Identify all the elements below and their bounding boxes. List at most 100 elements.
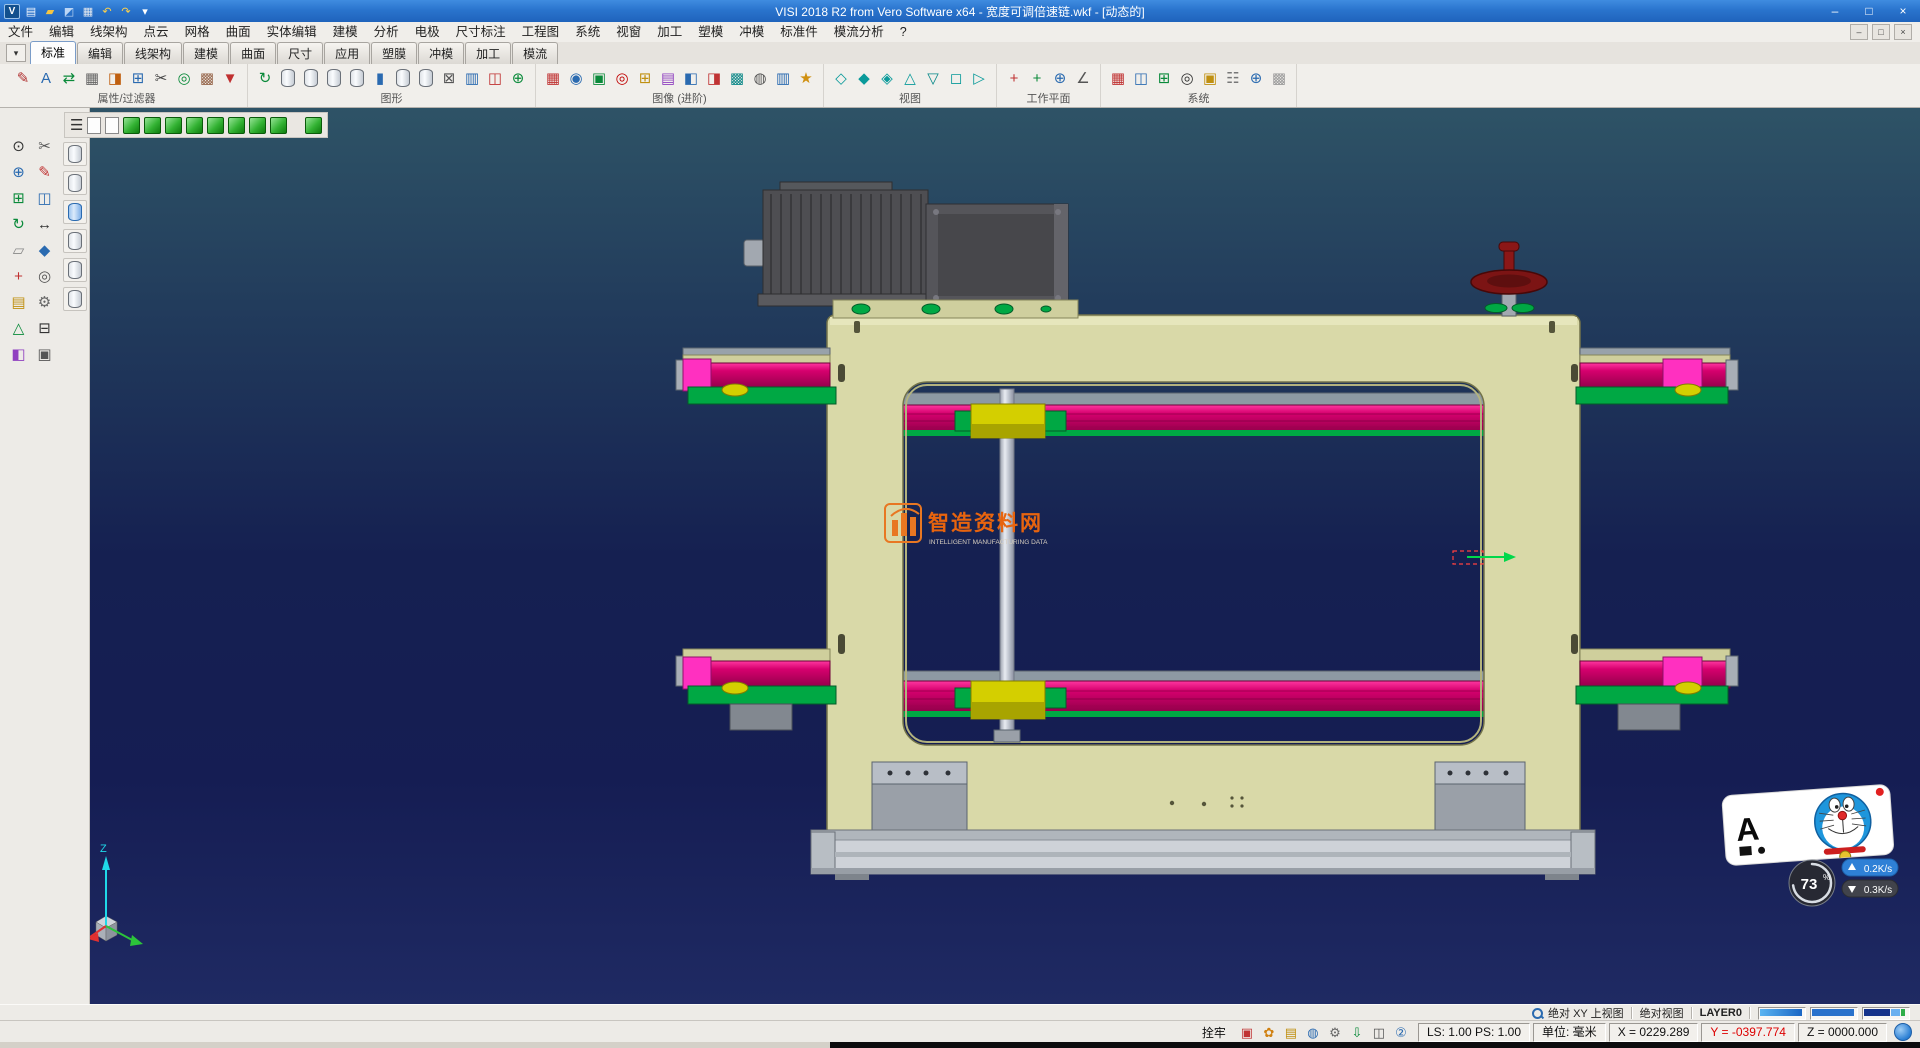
axonometric-view-icon[interactable] xyxy=(270,117,287,134)
attribute-exchange-icon[interactable]: ⇄ xyxy=(58,67,80,89)
mdi-close-button[interactable]: × xyxy=(1894,24,1912,40)
dynamic-view-icon[interactable] xyxy=(305,117,322,134)
menu-item-编辑[interactable]: 编辑 xyxy=(41,22,82,42)
front-view-icon[interactable] xyxy=(165,117,182,134)
layer-db-icon-4[interactable] xyxy=(63,229,87,253)
viewport-window2-icon[interactable] xyxy=(105,117,119,134)
system-trigram-icon[interactable]: ☷ xyxy=(1222,67,1244,89)
tab-线架构[interactable]: 线架构 xyxy=(124,42,182,64)
mirror-icon[interactable]: ◫ xyxy=(32,186,57,211)
tab-编辑[interactable]: 编辑 xyxy=(77,42,123,64)
redo-icon[interactable]: ↷ xyxy=(118,3,134,19)
view-wire-icon[interactable]: ◇ xyxy=(830,67,852,89)
view-mode-label[interactable]: 绝对视图 xyxy=(1640,1005,1684,1021)
menu-item-工程图[interactable]: 工程图 xyxy=(514,22,568,42)
menu-item-文件[interactable]: 文件 xyxy=(0,22,41,42)
menu-item-点云[interactable]: 点云 xyxy=(136,22,177,42)
status-two-icon[interactable]: ② xyxy=(1392,1023,1410,1041)
move-icon[interactable]: ↔ xyxy=(32,212,57,237)
assistant-ball-icon[interactable] xyxy=(1894,1023,1912,1041)
graphics-db1-icon[interactable] xyxy=(277,67,299,89)
plane-angle-icon[interactable]: ∠ xyxy=(1072,67,1094,89)
attribute-text-icon[interactable]: A xyxy=(35,67,57,89)
plane-origin-icon[interactable]: ⊕ xyxy=(1049,67,1071,89)
graphics-db3-icon[interactable] xyxy=(323,67,345,89)
tab-加工[interactable]: 加工 xyxy=(465,42,511,64)
status-flower-icon[interactable]: ✿ xyxy=(1260,1023,1278,1041)
tab-建模[interactable]: 建模 xyxy=(183,42,229,64)
view-down-icon[interactable]: ▽ xyxy=(922,67,944,89)
system-box-icon[interactable]: ▣ xyxy=(1199,67,1221,89)
render-circle-icon[interactable]: ◎ xyxy=(611,67,633,89)
menu-item-模流分析[interactable]: 模流分析 xyxy=(826,22,892,42)
render-rows-icon[interactable]: ▤ xyxy=(657,67,679,89)
system-split-icon[interactable]: ◫ xyxy=(1130,67,1152,89)
tab-模流[interactable]: 模流 xyxy=(512,42,558,64)
net-speed-widget[interactable]: 0.2K/s 0.3K/s 73 % xyxy=(1789,859,1898,906)
viewport-3d[interactable]: 智造资料网 INTELLIGENT MANUFACTURING DATA Z xyxy=(90,108,1920,1004)
section-icon[interactable]: ◧ xyxy=(6,342,31,367)
status-info-icon[interactable]: ◍ xyxy=(1304,1023,1322,1041)
graphics-panel-icon[interactable]: ▥ xyxy=(461,67,483,89)
graphics-db2-icon[interactable] xyxy=(300,67,322,89)
tab-塑膜[interactable]: 塑膜 xyxy=(371,42,417,64)
close-button[interactable]: × xyxy=(1886,0,1920,22)
layer-db-icon-3[interactable] xyxy=(63,200,87,224)
plane-y-icon[interactable]: + xyxy=(1026,67,1048,89)
active-layer-label[interactable]: LAYER0 xyxy=(1700,1007,1742,1019)
tab-尺寸[interactable]: 尺寸 xyxy=(277,42,323,64)
bottom-view-icon[interactable] xyxy=(249,117,266,134)
menu-item-冲模[interactable]: 冲模 xyxy=(731,22,772,42)
status-panel-icon[interactable]: ◫ xyxy=(1370,1023,1388,1041)
doraemon-widget[interactable]: A xyxy=(1722,784,1895,870)
menu-item-曲面[interactable]: 曲面 xyxy=(218,22,259,42)
layers-icon[interactable]: ▤ xyxy=(6,290,31,315)
quick-menu-arrow-icon[interactable]: ▾ xyxy=(137,3,153,19)
render-cols-icon[interactable]: ▥ xyxy=(772,67,794,89)
cad-scene[interactable]: 智造资料网 INTELLIGENT MANUFACTURING DATA Z xyxy=(90,108,1920,1004)
status-download-icon[interactable]: ⇩ xyxy=(1348,1023,1366,1041)
system-grid-icon[interactable]: ▦ xyxy=(1107,67,1129,89)
new-file-icon[interactable]: ▤ xyxy=(23,3,39,19)
menu-item-分析[interactable]: 分析 xyxy=(366,22,407,42)
origin-icon[interactable]: ⊕ xyxy=(6,160,31,185)
hide-icon[interactable]: ⊟ xyxy=(32,316,57,341)
menu-item-网格[interactable]: 网格 xyxy=(177,22,218,42)
menu-item-视窗[interactable]: 视窗 xyxy=(608,22,649,42)
visi-logo[interactable]: V xyxy=(4,4,20,19)
minimize-button[interactable]: – xyxy=(1818,0,1852,22)
view-up-icon[interactable]: △ xyxy=(899,67,921,89)
layer-db-icon-6[interactable] xyxy=(63,287,87,311)
save-icon[interactable]: ◩ xyxy=(61,3,77,19)
view-side-icon[interactable]: ▷ xyxy=(968,67,990,89)
layer-db-icon-1[interactable] xyxy=(63,142,87,166)
iso-view-icon[interactable] xyxy=(123,117,140,134)
trim-scissors-icon[interactable]: ✂ xyxy=(150,67,172,89)
view-solid-icon[interactable]: ◆ xyxy=(853,67,875,89)
rotate-icon[interactable]: ↻ xyxy=(6,212,31,237)
plane-x-icon[interactable]: + xyxy=(1003,67,1025,89)
left-view-icon[interactable] xyxy=(207,117,224,134)
view-orientation-label[interactable]: 绝对 XY 上视图 xyxy=(1548,1005,1624,1021)
sketch-icon[interactable]: ✎ xyxy=(32,160,57,185)
graphics-list-icon[interactable]: ▮ xyxy=(369,67,391,89)
render-left-icon[interactable]: ◧ xyxy=(680,67,702,89)
status-notebook-icon[interactable]: ▤ xyxy=(1282,1023,1300,1041)
magnifier-icon[interactable] xyxy=(1531,1007,1543,1019)
undo-icon[interactable]: ↶ xyxy=(99,3,115,19)
graphics-db4-icon[interactable] xyxy=(346,67,368,89)
menu-item-电极[interactable]: 电极 xyxy=(407,22,448,42)
redraw-icon[interactable]: ↻ xyxy=(254,67,276,89)
tab-标准[interactable]: 标准 xyxy=(30,41,76,64)
mdi-restore-button[interactable]: □ xyxy=(1872,24,1890,40)
graphics-target-icon[interactable]: ⊕ xyxy=(507,67,529,89)
filter-hatch-icon[interactable]: ▩ xyxy=(196,67,218,89)
render-shade-icon[interactable]: ◍ xyxy=(749,67,771,89)
menu-item-线架构[interactable]: 线架构 xyxy=(82,22,136,42)
back-view-icon[interactable] xyxy=(186,117,203,134)
tabbar-dropdown-icon[interactable]: ▾ xyxy=(6,44,26,62)
menu-item-?[interactable]: ? xyxy=(892,22,915,42)
view-box-icon[interactable]: ◻ xyxy=(945,67,967,89)
menu-item-系统[interactable]: 系统 xyxy=(567,22,608,42)
zoom-select-icon[interactable]: ⊙ xyxy=(6,134,31,159)
